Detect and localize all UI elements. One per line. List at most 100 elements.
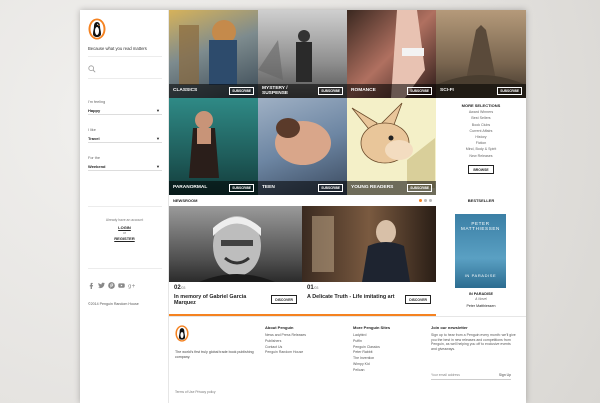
- newsroom-title: NEWSROOM: [173, 198, 198, 203]
- category-label: SCI-FI: [440, 88, 454, 94]
- subscribe-button[interactable]: SUBSCRIBE: [497, 87, 522, 95]
- login-link[interactable]: LOGIN: [80, 225, 169, 230]
- tile-bar: YOUNG READERS SUBSCRIBE: [347, 181, 436, 195]
- story-total: /03: [180, 286, 186, 290]
- penguin-logo[interactable]: [88, 18, 106, 45]
- divider: [88, 78, 162, 79]
- book-author: Peter Matthiessen: [466, 304, 496, 308]
- book-title: IN PARADISE: [468, 292, 494, 296]
- category-label: CLASSICS: [173, 88, 198, 94]
- story-number: 02/03: [174, 285, 185, 291]
- tagline: Because what you read matters: [88, 46, 147, 51]
- social-links: g+: [88, 282, 135, 289]
- youtube-icon[interactable]: [118, 282, 125, 289]
- selection-link[interactable]: Current Affairs: [436, 129, 526, 133]
- selection-link[interactable]: Book Clubs: [436, 123, 526, 127]
- for-value: Weekend: [88, 163, 106, 169]
- category-label: ROMANCE: [351, 88, 376, 94]
- google-plus-icon[interactable]: g+: [128, 282, 135, 289]
- category-tile-classics[interactable]: CLASSICS SUBSCRIBE: [169, 10, 258, 98]
- news-photo: [169, 206, 302, 282]
- bestseller-title: BESTSELLER: [436, 195, 526, 206]
- browse-button[interactable]: BROWSE: [468, 165, 494, 174]
- subscribe-button[interactable]: SUBSCRIBE: [229, 87, 254, 95]
- account-question: Already have an account: [105, 218, 144, 222]
- sites-title: More Penguin Sites: [353, 325, 391, 330]
- email-placeholder: Your email address: [431, 373, 460, 377]
- filter-label-feeling: I'm feeling: [88, 100, 106, 104]
- search-icon[interactable]: [88, 65, 96, 73]
- discover-button[interactable]: DISCOVER: [405, 295, 431, 304]
- footer-link[interactable]: Pelican: [353, 368, 390, 374]
- story-number: 01/03: [307, 285, 318, 291]
- penguin-logo-icon[interactable]: [175, 325, 189, 342]
- bestseller-panel: PETER MATTHIESSEN IN PARADISE IN PARADIS…: [436, 206, 526, 316]
- subscribe-button[interactable]: SUBSCRIBE: [407, 184, 432, 192]
- discover-button[interactable]: DISCOVER: [271, 295, 297, 304]
- footer-description: The world's first truly global trade boo…: [175, 350, 254, 359]
- footer-newsletter: Join our newsletter Sign up to hear from…: [431, 325, 517, 352]
- tile-bar: MYSTERY / SUSPENSE SUBSCRIBE: [258, 84, 347, 98]
- newsroom-header: NEWSROOM: [169, 195, 436, 206]
- category-tile-scifi[interactable]: SCI-FI SUBSCRIBE: [436, 10, 526, 98]
- feeling-select[interactable]: Happy ▼: [88, 106, 162, 115]
- news-story-2[interactable]: 01/03 A Delicate Truth - Life imitating …: [302, 206, 436, 316]
- category-tile-paranormal[interactable]: PARANORMAL SUBSCRIBE: [169, 98, 258, 195]
- category-label: TEEN: [262, 185, 275, 191]
- website-page: Because what you read matters I'm feelin…: [80, 10, 526, 403]
- caret-down-icon: ▼: [156, 107, 160, 113]
- filter-label-like: I like: [88, 128, 96, 132]
- tile-bar: SCI-FI SUBSCRIBE: [436, 84, 526, 98]
- carousel-dot[interactable]: [424, 199, 427, 202]
- selection-link[interactable]: Mind, Body & Spirit: [436, 147, 526, 151]
- subscribe-button[interactable]: SUBSCRIBE: [318, 184, 343, 192]
- subscribe-button[interactable]: SUBSCRIBE: [318, 87, 343, 95]
- feeling-value: Happy: [88, 107, 101, 113]
- footer-sites: More Penguin Sites Ladybird Puffin Pengu…: [353, 325, 390, 373]
- story-number-value: 02: [174, 285, 181, 291]
- category-tile-romance[interactable]: ROMANCE SUBSCRIBE: [347, 10, 436, 98]
- register-link[interactable]: REGISTER: [80, 236, 169, 241]
- footer-link[interactable]: News and Press Releases: [265, 333, 306, 339]
- copyright: ©2014 Penguin Random House: [88, 302, 139, 306]
- like-select[interactable]: Travel ▼: [88, 134, 162, 143]
- carousel-dot[interactable]: [429, 199, 432, 202]
- story-number-value: 01: [307, 285, 314, 291]
- terms-links[interactable]: Terms of Use Privacy policy: [175, 390, 216, 394]
- selection-link[interactable]: New Releases: [436, 154, 526, 158]
- for-select[interactable]: Weekend ▼: [88, 162, 162, 171]
- category-tile-teen[interactable]: TEEN SUBSCRIBE: [258, 98, 347, 195]
- category-tile-mystery[interactable]: MYSTERY / SUSPENSE SUBSCRIBE: [258, 10, 347, 98]
- footer-link[interactable]: Penguin Random House: [265, 350, 306, 356]
- selection-link[interactable]: Fiction: [436, 141, 526, 145]
- caret-down-icon: ▼: [156, 135, 160, 141]
- footer: The world's first truly global trade boo…: [169, 316, 526, 403]
- or-text: or: [122, 231, 126, 235]
- subscribe-button[interactable]: SUBSCRIBE: [407, 87, 432, 95]
- selection-link[interactable]: Award Winners: [436, 110, 526, 114]
- sidebar: Because what you read matters I'm feelin…: [80, 10, 169, 403]
- carousel-dot[interactable]: [419, 199, 422, 202]
- sign-up-button[interactable]: Sign Up: [499, 373, 511, 377]
- story-total: /03: [313, 286, 319, 290]
- facebook-icon[interactable]: [88, 282, 95, 289]
- category-label: MYSTERY / SUSPENSE: [262, 85, 289, 96]
- tile-bar: PARANORMAL SUBSCRIBE: [169, 181, 258, 195]
- pinterest-icon[interactable]: [108, 282, 115, 289]
- news-story-1[interactable]: 02/03 In memory of Gabriel Garcia Marque…: [169, 206, 302, 316]
- penguin-logo-icon: [88, 18, 106, 40]
- svg-text:g+: g+: [128, 284, 135, 289]
- selection-link[interactable]: Best Sellers: [436, 116, 526, 120]
- newsletter-email-input[interactable]: Your email address Sign Up: [431, 371, 511, 380]
- bestseller-cover[interactable]: PETER MATTHIESSEN IN PARADISE: [455, 214, 506, 288]
- caret-down-icon: ▼: [156, 163, 160, 169]
- selection-link[interactable]: History: [436, 135, 526, 139]
- category-tile-young-readers[interactable]: YOUNG READERS SUBSCRIBE: [347, 98, 436, 195]
- cover-author: PETER MATTHIESSEN: [461, 221, 500, 231]
- subscribe-button[interactable]: SUBSCRIBE: [229, 184, 254, 192]
- account-box: Already have an account LOGIN or REGISTE…: [80, 218, 169, 241]
- news-photo: [302, 206, 436, 282]
- twitter-icon[interactable]: [98, 282, 105, 289]
- divider: [88, 206, 162, 207]
- story-title: A Delicate Truth - Life imitating art: [307, 294, 395, 300]
